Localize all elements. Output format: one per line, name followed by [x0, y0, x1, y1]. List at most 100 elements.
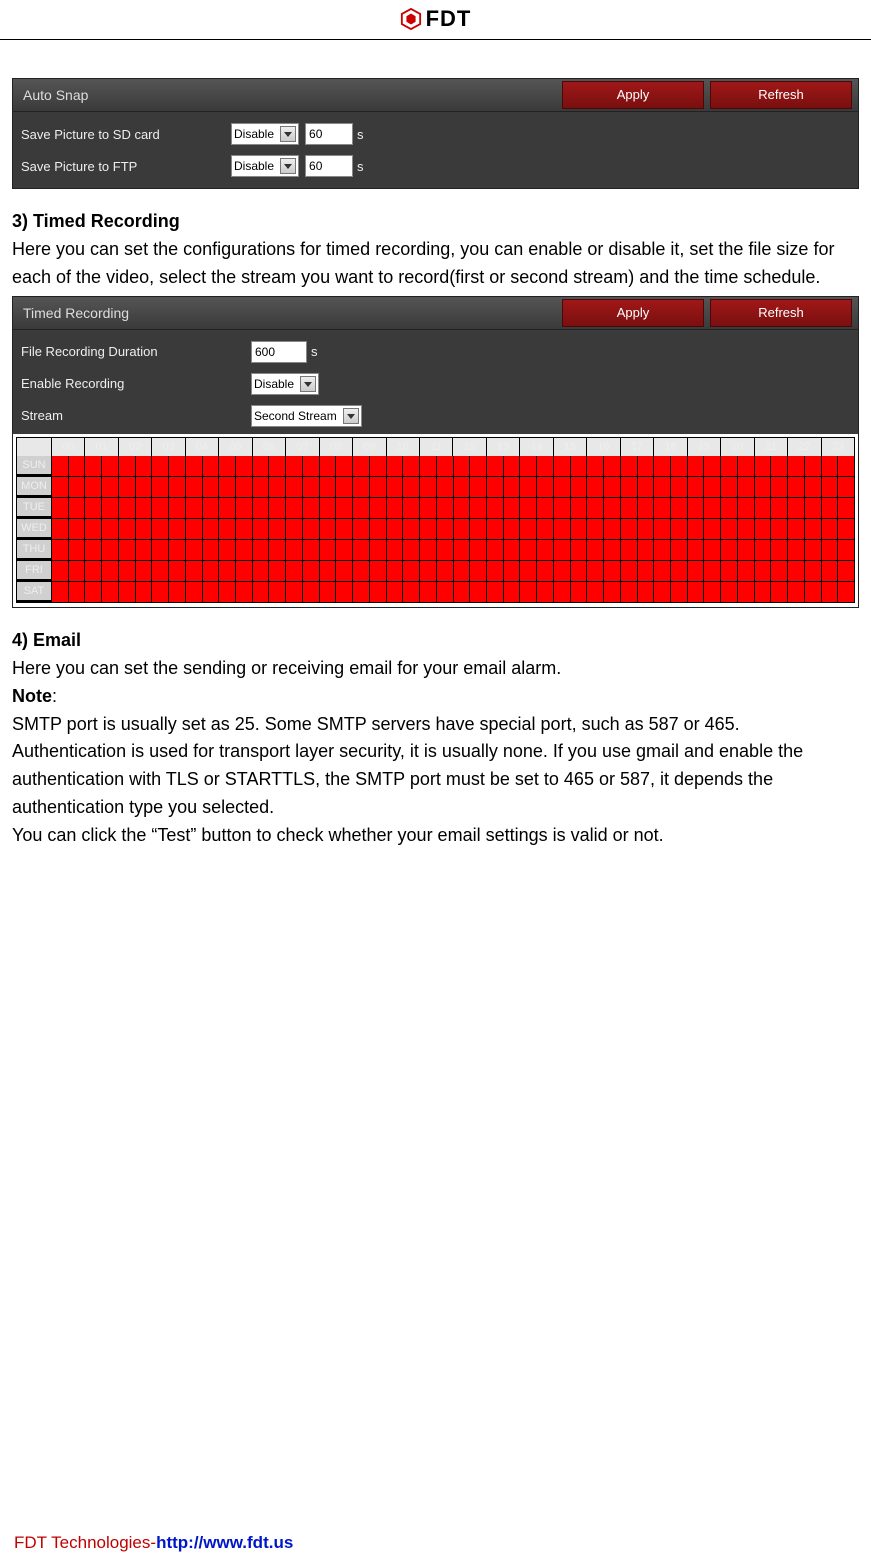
schedule-cell[interactable]: [169, 582, 185, 602]
schedule-cell[interactable]: [169, 498, 185, 518]
schedule-cell[interactable]: [370, 477, 386, 497]
schedule-cell[interactable]: [537, 582, 553, 602]
schedule-cell[interactable]: [69, 540, 85, 560]
schedule-cell[interactable]: [203, 456, 219, 476]
schedule-cell[interactable]: [136, 582, 152, 602]
schedule-cell[interactable]: [52, 561, 68, 581]
file-duration-input[interactable]: 600: [251, 341, 307, 363]
schedule-cell[interactable]: [236, 477, 252, 497]
schedule-cell[interactable]: [805, 456, 821, 476]
schedule-cell[interactable]: [203, 582, 219, 602]
schedule-cell[interactable]: [721, 582, 737, 602]
schedule-cell[interactable]: [638, 540, 654, 560]
schedule-cell[interactable]: [353, 519, 369, 539]
schedule-cell[interactable]: [554, 498, 570, 518]
schedule-cell[interactable]: [437, 540, 453, 560]
schedule-cell[interactable]: [52, 456, 68, 476]
schedule-cell[interactable]: [587, 498, 603, 518]
schedule-cell[interactable]: [119, 561, 135, 581]
schedule-cell[interactable]: [520, 456, 536, 476]
schedule-cell[interactable]: [520, 540, 536, 560]
schedule-cell[interactable]: [320, 456, 336, 476]
schedule-cell[interactable]: [186, 477, 202, 497]
schedule-cell[interactable]: [654, 540, 670, 560]
schedule-cell[interactable]: [520, 477, 536, 497]
schedule-cell[interactable]: [303, 519, 319, 539]
schedule-cell[interactable]: [336, 519, 352, 539]
schedule-cell[interactable]: [119, 519, 135, 539]
schedule-cell[interactable]: [85, 582, 101, 602]
schedule-cell[interactable]: [554, 519, 570, 539]
schedule-cell[interactable]: [537, 519, 553, 539]
schedule-cell[interactable]: [370, 519, 386, 539]
schedule-cell[interactable]: [403, 477, 419, 497]
schedule-cell[interactable]: [838, 477, 854, 497]
schedule-cell[interactable]: [152, 561, 168, 581]
schedule-cell[interactable]: [203, 477, 219, 497]
schedule-cell[interactable]: [470, 477, 486, 497]
schedule-cell[interactable]: [788, 540, 804, 560]
schedule-cell[interactable]: [102, 498, 118, 518]
schedule-cell[interactable]: [587, 540, 603, 560]
schedule-cell[interactable]: [738, 498, 754, 518]
save-sd-interval-input[interactable]: 60: [305, 123, 353, 145]
schedule-cell[interactable]: [119, 477, 135, 497]
schedule-cell[interactable]: [654, 498, 670, 518]
schedule-cell[interactable]: [621, 582, 637, 602]
schedule-cell[interactable]: [119, 456, 135, 476]
schedule-cell[interactable]: [236, 540, 252, 560]
schedule-cell[interactable]: [838, 561, 854, 581]
schedule-cell[interactable]: [269, 477, 285, 497]
schedule-cell[interactable]: [822, 561, 838, 581]
schedule-cell[interactable]: [805, 561, 821, 581]
schedule-cell[interactable]: [403, 561, 419, 581]
schedule-cell[interactable]: [236, 561, 252, 581]
schedule-cell[interactable]: [554, 456, 570, 476]
schedule-cell[interactable]: [554, 561, 570, 581]
schedule-cell[interactable]: [788, 477, 804, 497]
schedule-cell[interactable]: [738, 477, 754, 497]
schedule-cell[interactable]: [721, 561, 737, 581]
schedule-cell[interactable]: [286, 519, 302, 539]
schedule-cell[interactable]: [704, 540, 720, 560]
schedule-cell[interactable]: [487, 561, 503, 581]
schedule-cell[interactable]: [152, 519, 168, 539]
schedule-cell[interactable]: [604, 498, 620, 518]
schedule-cell[interactable]: [721, 540, 737, 560]
schedule-cell[interactable]: [704, 498, 720, 518]
enable-recording-select[interactable]: Disable: [251, 373, 319, 395]
schedule-cell[interactable]: [303, 582, 319, 602]
save-sd-select[interactable]: Disable: [231, 123, 299, 145]
schedule-cell[interactable]: [487, 582, 503, 602]
schedule-cell[interactable]: [654, 456, 670, 476]
schedule-cell[interactable]: [286, 477, 302, 497]
schedule-cell[interactable]: [487, 540, 503, 560]
schedule-cell[interactable]: [52, 540, 68, 560]
schedule-cell[interactable]: [771, 519, 787, 539]
schedule-cell[interactable]: [537, 561, 553, 581]
schedule-cell[interactable]: [587, 477, 603, 497]
schedule-cell[interactable]: [638, 519, 654, 539]
schedule-cell[interactable]: [186, 456, 202, 476]
schedule-cell[interactable]: [454, 456, 470, 476]
schedule-cell[interactable]: [838, 519, 854, 539]
schedule-cell[interactable]: [838, 498, 854, 518]
schedule-cell[interactable]: [638, 456, 654, 476]
schedule-cell[interactable]: [688, 561, 704, 581]
schedule-cell[interactable]: [788, 456, 804, 476]
schedule-cell[interactable]: [671, 498, 687, 518]
schedule-cell[interactable]: [587, 456, 603, 476]
schedule-cell[interactable]: [303, 561, 319, 581]
schedule-cell[interactable]: [688, 498, 704, 518]
schedule-cell[interactable]: [85, 456, 101, 476]
schedule-cell[interactable]: [387, 519, 403, 539]
schedule-cell[interactable]: [303, 456, 319, 476]
schedule-cell[interactable]: [755, 519, 771, 539]
schedule-cell[interactable]: [805, 582, 821, 602]
schedule-cell[interactable]: [85, 498, 101, 518]
schedule-cell[interactable]: [136, 498, 152, 518]
schedule-cell[interactable]: [454, 561, 470, 581]
schedule-cell[interactable]: [387, 477, 403, 497]
schedule-cell[interactable]: [621, 540, 637, 560]
schedule-cell[interactable]: [152, 582, 168, 602]
